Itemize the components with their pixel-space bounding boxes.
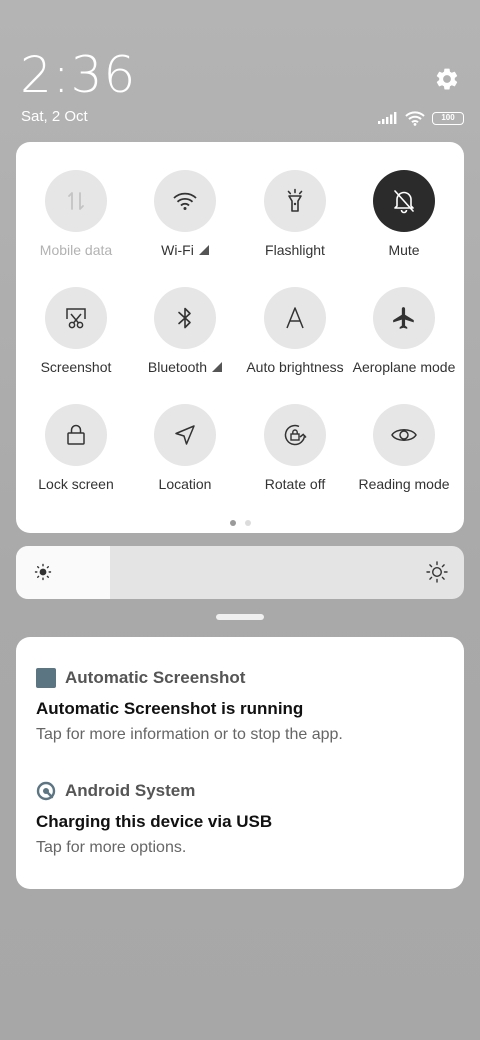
tile-screenshot-button[interactable] [45,287,107,349]
notification-app-name: Automatic Screenshot [65,668,246,687]
expand-triangle-icon[interactable] [212,362,223,372]
notification-title: Automatic Screenshot is running [36,699,304,718]
notification-app-name: Android System [65,781,196,800]
tile-mobile-data-label: Mobile data [39,242,113,258]
brightness-fill [16,546,110,599]
brightness-high-icon [426,561,448,583]
tile-wifi-button[interactable] [154,170,216,232]
tile-mute-label: Mute [388,242,420,258]
tile-mobile-data-button[interactable] [45,170,107,232]
tile-bluetooth-button[interactable] [154,287,216,349]
bluetooth-icon [178,307,191,329]
tile-reading-mode-label: Reading mode [358,476,450,492]
status-bar-icons: 100 [378,108,464,128]
auto-brightness-icon [286,307,304,329]
mobile-data-icon [68,192,84,210]
tile-location-label: Location [158,476,212,492]
page-dot-1 [229,520,236,526]
date: Sat, 2 Oct [21,108,88,125]
page-dot-2 [244,520,251,526]
screenshot-scissors-icon [66,308,86,329]
notification-android-system[interactable]: Android System Charging this device via … [36,780,446,857]
tile-bluetooth-label: Bluetooth [147,359,208,375]
tile-mobile-data[interactable]: Mobile data [20,170,132,258]
tile-mute-button[interactable] [373,170,435,232]
tile-auto-brightness-label: Auto brightness [246,359,344,375]
tile-bluetooth[interactable]: Bluetooth [129,287,241,375]
tile-wifi-label: Wi-Fi [161,242,194,258]
tile-flashlight-button[interactable] [264,170,326,232]
notification-body: Tap for more information or to stop the … [36,726,343,743]
rotation-lock-icon [284,424,307,446]
signal-icon [378,112,397,124]
clock: 2:36 [20,46,137,104]
tile-lock-screen[interactable]: Lock screen [20,404,132,492]
battery-level: 100 [441,113,455,122]
eye-icon [391,429,417,441]
page-indicator [16,520,464,526]
tile-flashlight-label: Flashlight [265,242,325,258]
lock-icon [67,424,85,445]
flashlight-icon [287,188,303,212]
tile-location[interactable]: Location [129,404,241,492]
tile-screenshot[interactable]: Screenshot [20,287,132,375]
tile-lock-screen-label: Lock screen [38,476,114,492]
tile-aeroplane-mode-button[interactable] [373,287,435,349]
notification-automatic-screenshot[interactable]: Automatic Screenshot Automatic Screensho… [36,667,446,744]
notification-body: Tap for more options. [36,839,187,856]
location-arrow-icon [175,425,195,445]
airplane-icon [393,307,414,329]
drag-handle[interactable] [216,614,264,620]
tile-mute[interactable]: Mute [348,170,460,258]
brightness-low-icon [34,563,52,581]
settings-button[interactable] [432,64,462,94]
tile-rotate-off[interactable]: Rotate off [239,404,351,492]
wifi-icon [173,192,197,210]
app-square-icon [36,668,56,688]
tile-rotate-off-label: Rotate off [264,476,326,492]
settings-gear-icon [436,68,458,90]
tile-aeroplane-mode-label: Aeroplane mode [352,359,456,375]
tile-reading-mode-button[interactable] [373,404,435,466]
bell-off-icon [394,190,414,214]
quick-settings-panel: Mobile data Wi-Fi Flashlight Mute Screen… [16,142,464,533]
battery-icon: 100 [432,111,464,125]
brightness-slider[interactable] [16,546,464,599]
tile-lock-screen-button[interactable] [45,404,107,466]
tile-rotate-off-button[interactable] [264,404,326,466]
tile-aeroplane-mode[interactable]: Aeroplane mode [348,287,460,375]
tile-location-button[interactable] [154,404,216,466]
tile-auto-brightness[interactable]: Auto brightness [239,287,351,375]
tile-screenshot-label: Screenshot [40,359,112,375]
notification-title: Charging this device via USB [36,812,273,831]
tile-flashlight[interactable]: Flashlight [239,170,351,258]
tile-wifi[interactable]: Wi-Fi [129,170,241,258]
wifi-icon [405,110,425,126]
tile-reading-mode[interactable]: Reading mode [348,404,460,492]
expand-triangle-icon[interactable] [198,245,209,255]
notifications-panel: Automatic Screenshot Automatic Screensho… [16,637,464,889]
tile-auto-brightness-button[interactable] [264,287,326,349]
android-system-icon [36,781,56,801]
